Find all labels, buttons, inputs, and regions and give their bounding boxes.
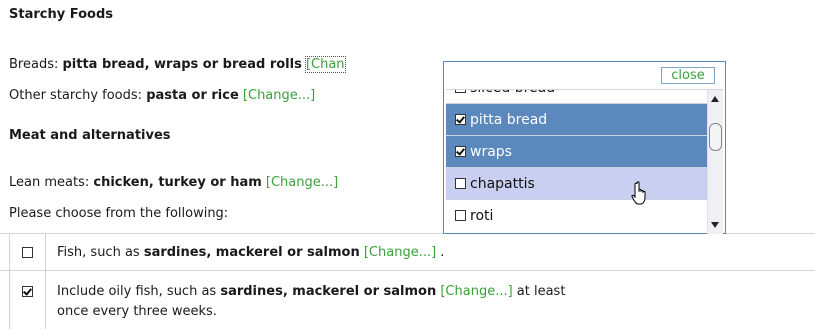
option-label: wraps [470, 144, 512, 160]
option-checkbox[interactable] [455, 210, 466, 221]
oily-fish-checkbox[interactable] [22, 286, 33, 297]
lean-meats-change-link[interactable]: [Change...] [266, 175, 338, 190]
option-pitta-bread[interactable]: pitta bread [446, 104, 707, 136]
option-checkbox[interactable] [455, 114, 466, 125]
starchy-foods-heading: Starchy Foods [9, 7, 113, 22]
table-column-divider [45, 233, 46, 329]
breads-change-link[interactable]: [Chan [304, 56, 346, 73]
lean-meats-label: Lean meats: [9, 175, 94, 190]
option-checkbox[interactable] [455, 178, 466, 189]
options-scrollbar[interactable] [707, 90, 723, 234]
option-chapattis[interactable]: chapattis [446, 168, 707, 200]
option-label: pitta bread [470, 112, 548, 128]
oily-fish-line2: once every three weeks. [57, 304, 217, 319]
fish-choice-text: Fish, such as sardines, mackerel or salm… [57, 245, 444, 260]
oily-fish-change-link[interactable]: [Change...] [440, 284, 512, 299]
table-row-divider [0, 270, 815, 271]
fish-checkbox[interactable] [22, 247, 33, 258]
scrollbar-thumb[interactable] [709, 123, 722, 151]
option-checkbox[interactable] [455, 90, 466, 93]
breads-line: Breads: pitta bread, wraps or bread roll… [9, 56, 346, 73]
scroll-up-arrow-icon[interactable] [711, 96, 719, 102]
lean-meats-line: Lean meats: chicken, turkey or ham [Chan… [9, 175, 338, 190]
fish-bold: sardines, mackerel or salmon [143, 245, 360, 260]
option-roti[interactable]: roti [446, 200, 707, 232]
other-starchy-value: pasta or rice [146, 88, 239, 103]
oily-fish-bold: sardines, mackerel or salmon [220, 284, 437, 299]
breads-options-list[interactable]: sliced bread pitta bread wraps chapattis… [446, 89, 723, 234]
fish-suffix: . [436, 245, 445, 260]
option-checkbox[interactable] [455, 146, 466, 157]
breads-select-popup: close sliced bread pitta bread wraps cha… [443, 61, 726, 234]
option-label: roti [470, 208, 494, 224]
close-button[interactable]: close [661, 67, 715, 84]
table-left-border [9, 233, 10, 329]
oily-fish-prefix: Include oily fish, such as [57, 284, 221, 299]
other-starchy-line: Other starchy foods: pasta or rice [Chan… [9, 88, 315, 103]
breads-value: pitta bread, wraps or bread rolls [62, 57, 302, 72]
fish-prefix: Fish, such as [57, 245, 144, 260]
oily-fish-choice-text: Include oily fish, such as sardines, mac… [57, 284, 565, 299]
other-starchy-change-link[interactable]: [Change...] [243, 88, 315, 103]
other-starchy-label: Other starchy foods: [9, 88, 147, 103]
breads-label: Breads: [9, 57, 63, 72]
option-wraps[interactable]: wraps [446, 136, 707, 168]
option-sliced-bread[interactable]: sliced bread [446, 90, 707, 104]
oily-fish-suffix: at least [512, 284, 566, 299]
hand-pointer-cursor-icon [631, 181, 646, 205]
fish-change-link[interactable]: [Change...] [364, 245, 436, 260]
meat-heading: Meat and alternatives [9, 128, 171, 143]
scroll-down-arrow-icon[interactable] [711, 222, 719, 228]
lean-meats-value: chicken, turkey or ham [93, 175, 262, 190]
option-label: chapattis [470, 176, 535, 192]
option-label: sliced bread [470, 90, 555, 104]
choose-prompt: Please choose from the following: [9, 206, 229, 221]
